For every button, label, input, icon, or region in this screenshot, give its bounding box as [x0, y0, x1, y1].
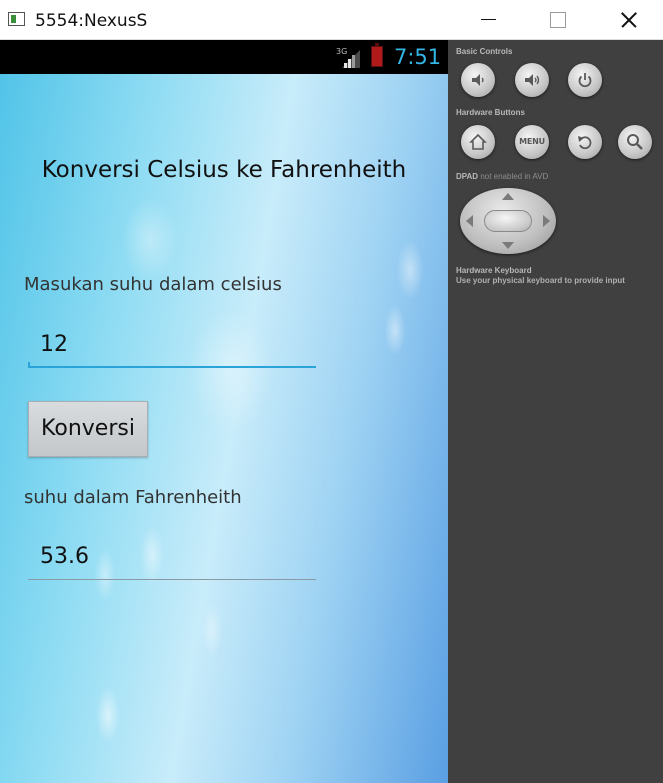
status-bar: 3G 7:51: [0, 40, 448, 74]
back-icon: [578, 136, 592, 150]
dpad-right-icon[interactable]: [543, 215, 550, 227]
dpad-title: DPAD not enabled in AVD: [456, 172, 548, 181]
dpad-up-icon[interactable]: [502, 193, 514, 200]
dpad-label: DPAD: [456, 172, 479, 181]
hardware-keyboard-note: Use your physical keyboard to provide in…: [456, 276, 625, 285]
page-title: Konversi Celsius ke Fahrenheith: [41, 157, 407, 183]
battery-icon: [371, 43, 383, 67]
basic-controls-title: Basic Controls: [456, 47, 513, 56]
back-button[interactable]: [568, 125, 602, 159]
home-icon: [469, 133, 487, 150]
home-button[interactable]: [461, 125, 495, 159]
search-button[interactable]: [618, 125, 652, 159]
power-icon: [578, 73, 592, 88]
maximize-button[interactable]: [534, 0, 580, 40]
window-title: 5554:NexusS: [35, 11, 148, 31]
dpad-control[interactable]: [460, 188, 556, 254]
hardware-keyboard-title: Hardware Keyboard: [456, 266, 532, 275]
close-button[interactable]: [605, 0, 651, 40]
search-icon: [627, 134, 643, 150]
dpad-down-icon[interactable]: [502, 242, 514, 249]
volume-down-button[interactable]: [461, 63, 495, 97]
status-clock: 7:51: [394, 45, 442, 69]
app-window-icon: [8, 12, 25, 26]
celsius-input[interactable]: 12: [28, 328, 316, 368]
volume-down-icon: [472, 74, 484, 86]
minimize-button[interactable]: [465, 0, 511, 40]
network-type-label: 3G: [336, 47, 347, 56]
fahrenheit-label: suhu dalam Fahrenheith: [24, 487, 242, 508]
hardware-buttons-title: Hardware Buttons: [456, 108, 525, 117]
convert-button[interactable]: Konversi: [28, 401, 148, 457]
volume-up-icon: [525, 74, 540, 86]
emulator-screen: 3G 7:51 Konversi Celsius ke Fahrenheith …: [0, 40, 448, 783]
volume-up-button[interactable]: [515, 63, 549, 97]
signal-icon: 3G: [336, 47, 360, 68]
dpad-left-icon[interactable]: [466, 215, 473, 227]
window-titlebar: 5554:NexusS: [0, 0, 663, 40]
menu-button[interactable]: MENU: [515, 125, 549, 159]
dpad-center-button[interactable]: [484, 210, 532, 232]
fahrenheit-output-field[interactable]: 53.6: [28, 540, 316, 580]
power-button[interactable]: [568, 63, 602, 97]
dpad-note: not enabled in AVD: [480, 172, 549, 181]
emulator-controls-panel: Basic Controls Hardware Buttons MENU DPA…: [448, 40, 663, 783]
celsius-label: Masukan suhu dalam celsius: [24, 274, 282, 295]
